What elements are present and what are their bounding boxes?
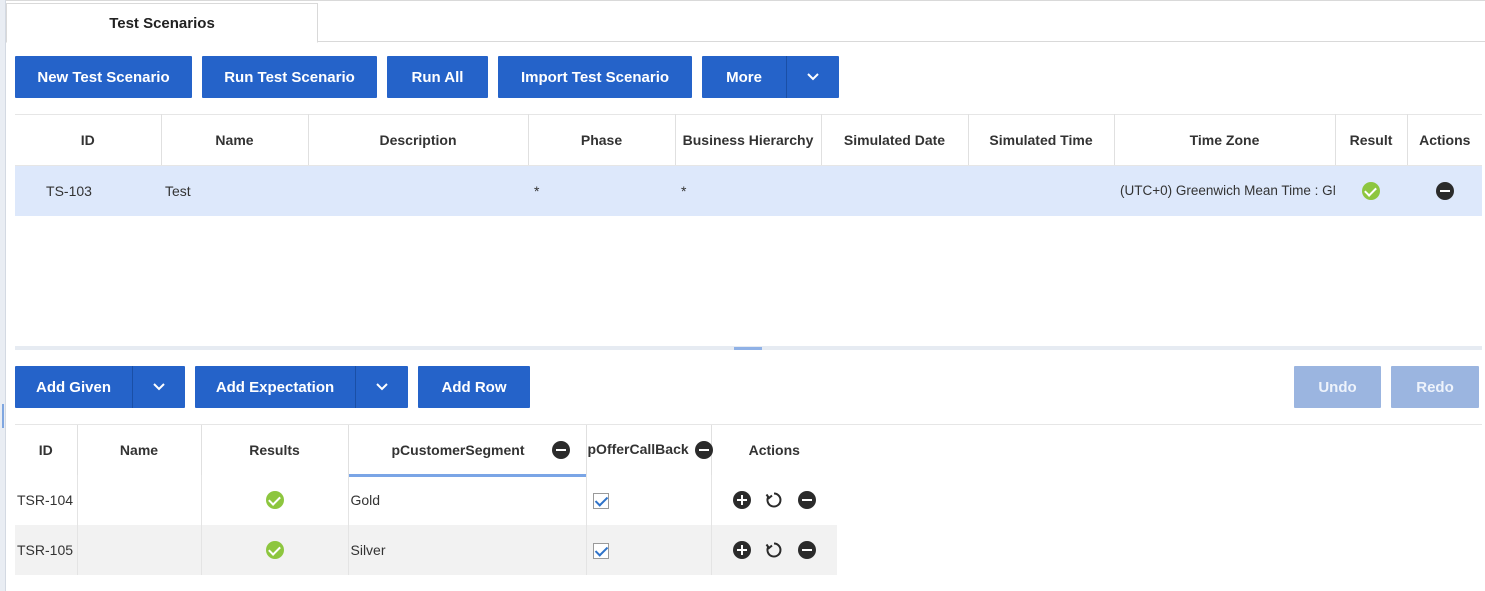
row-id: TSR-105 (15, 525, 78, 575)
scenarios-grid: ID Name Description Phase Business Hiera… (15, 114, 1482, 216)
scenario-description (308, 165, 528, 216)
row-segment[interactable]: Gold (348, 475, 587, 525)
scenario-name: Test (161, 165, 308, 216)
add-expectation-split-button: Add Expectation (195, 366, 408, 408)
add-given-button[interactable]: Add Given (15, 366, 132, 408)
add-expectation-button[interactable]: Add Expectation (195, 366, 355, 408)
row-result (201, 525, 349, 575)
scenario-phase: * (528, 165, 675, 216)
col-header-actions: Actions (748, 442, 800, 458)
chevron-down-icon (807, 73, 819, 81)
col-header-time-zone[interactable]: Time Zone (1114, 114, 1336, 166)
import-test-scenario-button[interactable]: Import Test Scenario (498, 56, 692, 98)
scenario-time-zone: (UTC+0) Greenwich Mean Time : GMT (1114, 165, 1335, 216)
more-button[interactable]: More (702, 56, 786, 98)
add-row-button[interactable]: Add Row (418, 366, 530, 408)
row-actions (711, 525, 837, 575)
undo-button[interactable]: Undo (1294, 366, 1381, 408)
row-callback (586, 525, 712, 575)
run-all-button[interactable]: Run All (387, 56, 488, 98)
remove-icon[interactable] (1435, 181, 1454, 200)
col-header-pofferCallBack[interactable]: pOfferCallBack (586, 425, 713, 475)
active-column-indicator (348, 474, 586, 477)
col-header-business-hierarchy[interactable]: Business Hierarchy (675, 114, 822, 166)
scenario-simulated-time (968, 165, 1114, 216)
remove-column-icon[interactable] (551, 441, 570, 459)
col-header-simulated-date[interactable]: Simulated Date (821, 114, 969, 166)
success-check-icon (265, 491, 284, 510)
table-row[interactable]: TSR-104 Gold (15, 475, 837, 525)
col-header-label: pCustomerSegment (391, 442, 525, 458)
add-given-dropdown-toggle[interactable] (133, 366, 185, 408)
callback-checkbox[interactable] (592, 492, 609, 509)
remove-icon[interactable] (798, 541, 817, 560)
col-header-label: pOfferCallBack (587, 440, 689, 457)
col-header-result[interactable]: Result (1335, 114, 1408, 166)
col-header-results[interactable]: Results (201, 425, 349, 475)
refresh-icon[interactable] (765, 541, 783, 559)
new-test-scenario-button[interactable]: New Test Scenario (15, 56, 192, 98)
run-test-scenario-button[interactable]: Run Test Scenario (202, 56, 377, 98)
scenario-simulated-date (821, 165, 968, 216)
chevron-down-icon (376, 383, 388, 391)
col-header-simulated-time[interactable]: Simulated Time (968, 114, 1115, 166)
col-header-pcustomersegment[interactable]: pCustomerSegment (348, 425, 587, 477)
scenario-business-hierarchy: * (675, 165, 821, 216)
col-header-phase[interactable]: Phase (528, 114, 676, 166)
remove-column-icon[interactable] (694, 441, 713, 460)
col-header-name[interactable]: Name (161, 114, 309, 166)
test-rows-section: ID Name Results pCustomerSegment pOfferC… (15, 424, 1482, 575)
tab-bar: Test Scenarios (6, 0, 1485, 43)
row-actions (711, 475, 837, 525)
more-split-button: More (702, 56, 839, 98)
scenario-id: TS-103 (15, 165, 161, 216)
add-expectation-dropdown-toggle[interactable] (356, 366, 408, 408)
row-name[interactable] (77, 475, 202, 525)
remove-icon[interactable] (798, 491, 817, 510)
col-header-actions: Actions (1407, 114, 1482, 166)
row-segment[interactable]: Silver (348, 525, 587, 575)
left-edge (0, 0, 6, 591)
panel-resize-marker[interactable] (2, 404, 4, 428)
scenario-row[interactable]: TS-103 Test * * (UTC+0) Greenwich Mean T… (15, 165, 1482, 216)
redo-button[interactable]: Redo (1391, 366, 1479, 408)
add-given-split-button: Add Given (15, 366, 185, 408)
splitter-handle[interactable] (734, 347, 762, 350)
row-id: TSR-104 (15, 475, 78, 525)
scenario-actions (1407, 165, 1482, 216)
table-row[interactable]: TSR-105 Silver (15, 525, 837, 575)
test-rows-grid: ID Name Results pCustomerSegment pOfferC… (15, 425, 837, 575)
col-header-id[interactable]: ID (15, 425, 78, 475)
row-name[interactable] (77, 525, 202, 575)
col-header-name[interactable]: Name (77, 425, 202, 475)
add-icon[interactable] (732, 491, 751, 510)
chevron-down-icon (153, 383, 165, 391)
success-check-icon (265, 541, 284, 560)
scenario-result (1335, 165, 1407, 216)
success-check-icon (1362, 181, 1380, 200)
tab-test-scenarios[interactable]: Test Scenarios (6, 3, 318, 43)
col-header-id[interactable]: ID (15, 114, 162, 166)
col-header-description[interactable]: Description (308, 114, 529, 166)
callback-checkbox[interactable] (592, 542, 609, 559)
add-icon[interactable] (732, 541, 751, 560)
refresh-icon[interactable] (765, 491, 783, 509)
row-result (201, 475, 349, 525)
row-callback (586, 475, 712, 525)
more-dropdown-toggle[interactable] (787, 56, 839, 98)
